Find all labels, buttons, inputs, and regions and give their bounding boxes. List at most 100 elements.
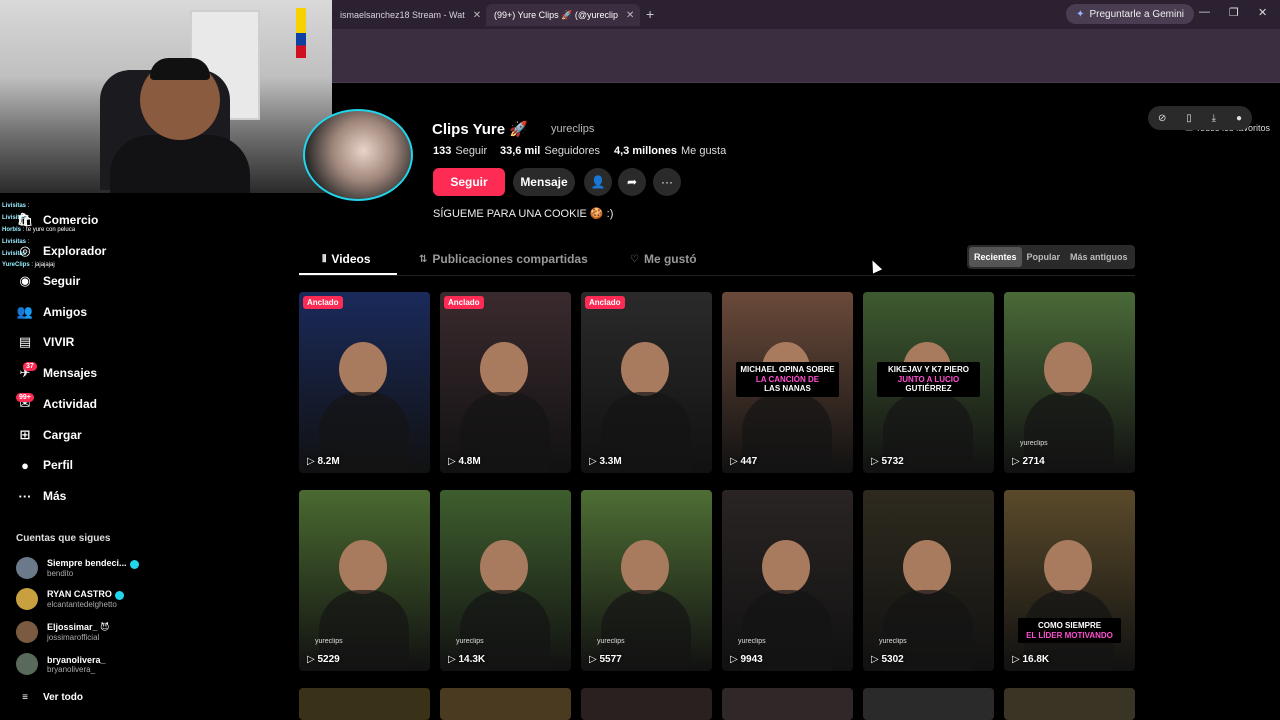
video-thumbnail[interactable] bbox=[581, 688, 712, 720]
sort-recent[interactable]: Recientes bbox=[969, 247, 1022, 267]
view-count: ▷ 4.8M bbox=[448, 456, 481, 467]
sidebar-item-following[interactable]: ◉ Seguir bbox=[16, 271, 80, 291]
watermark: yureclips bbox=[315, 638, 343, 645]
play-icon: ▷ bbox=[871, 654, 882, 665]
followed-account[interactable]: RYAN CASTRO elcantantedelghetto bbox=[16, 586, 124, 612]
play-icon: ▷ bbox=[730, 456, 741, 467]
video-thumbnail[interactable]: MICHAEL OPINA SOBRE LA CANCIÓN DE LAS NANA… bbox=[722, 292, 853, 473]
followed-account[interactable]: bryanolivera_ bryanolivera_ bbox=[16, 651, 106, 677]
thumbnail-figure bbox=[762, 540, 810, 594]
followed-account[interactable]: Siempre bendeci... bendito bbox=[16, 555, 139, 581]
view-count-value: 447 bbox=[740, 456, 758, 467]
close-window-icon[interactable]: ✕ bbox=[1258, 6, 1267, 19]
video-thumbnail[interactable] bbox=[1004, 688, 1135, 720]
pinned-badge: Anclado bbox=[444, 296, 484, 309]
sidebar-item-label: Actividad bbox=[43, 397, 98, 411]
cam-hat bbox=[150, 58, 210, 80]
play-icon: ▷ bbox=[1012, 456, 1023, 467]
profile-icon: ● bbox=[21, 457, 29, 473]
browser-tab-stream[interactable]: ismaelsanchez18 Stream - Wat ✕ bbox=[332, 4, 482, 26]
download-icon[interactable]: ⤓ bbox=[1212, 113, 1216, 124]
browser-tab-tiktok[interactable]: (99+) Yure Clips 🚀 (@yureclip ✕ bbox=[486, 4, 640, 26]
profile-avatar[interactable] bbox=[303, 109, 413, 201]
live-icon: ▤ bbox=[18, 334, 32, 349]
video-thumbnail[interactable] bbox=[863, 688, 994, 720]
play-icon: ▷ bbox=[589, 456, 600, 467]
video-thumbnail[interactable]: yureclips ▷ 14.3K bbox=[440, 490, 571, 671]
sidebar-item-explore[interactable]: ◎ Explorador bbox=[16, 241, 106, 261]
tab-videos[interactable]: ⦀ Videos bbox=[322, 252, 371, 266]
gemini-button[interactable]: ✦ Preguntarle a Gemini bbox=[1066, 4, 1194, 24]
video-thumbnail[interactable] bbox=[299, 688, 430, 720]
followed-account[interactable]: Eljossimar_ 😈 jossimarofficial bbox=[16, 619, 109, 645]
sort-selector: Recientes Popular Más antiguos bbox=[967, 245, 1135, 269]
minimize-icon[interactable]: — bbox=[1199, 6, 1210, 18]
followers-stat[interactable]: 33,6 mil Seguidores bbox=[500, 145, 600, 157]
message-button[interactable]: Mensaje bbox=[513, 168, 575, 196]
add-friend-icon[interactable]: 👤 bbox=[584, 168, 612, 196]
tab-liked[interactable]: ♡ Me gustó bbox=[630, 252, 697, 266]
view-count-value: 9943 bbox=[740, 654, 763, 665]
view-count: ▷ 16.8K bbox=[1012, 654, 1049, 665]
play-icon: ▷ bbox=[448, 654, 459, 665]
share-icon[interactable]: ➦ bbox=[618, 168, 646, 196]
compass-icon[interactable]: ⊘ bbox=[1158, 113, 1166, 124]
caption-line: JUNTO A LUCIO bbox=[897, 374, 960, 384]
view-count-value: 2714 bbox=[1022, 456, 1045, 467]
sidebar-item-live[interactable]: ▤ VIVIR bbox=[16, 332, 75, 352]
following-stat[interactable]: 133 Seguir bbox=[433, 145, 487, 157]
view-count: ▷ 3.3M bbox=[589, 456, 622, 467]
sidebar-item-upload[interactable]: ⊞ Cargar bbox=[16, 425, 82, 445]
video-thumbnail[interactable]: yureclips ▷ 9943 bbox=[722, 490, 853, 671]
video-thumbnail[interactable]: yureclips ▷ 5577 bbox=[581, 490, 712, 671]
video-thumbnail[interactable]: Anclado ▷ 4.8M bbox=[440, 292, 571, 473]
view-count-value: 5229 bbox=[317, 654, 340, 665]
thumbnail-figure bbox=[480, 342, 528, 396]
video-thumbnail[interactable] bbox=[440, 688, 571, 720]
view-count: ▷ 8.2M bbox=[307, 456, 340, 467]
more-options-icon[interactable]: ··· bbox=[653, 168, 681, 196]
follow-button[interactable]: Seguir bbox=[433, 168, 505, 196]
play-icon: ▷ bbox=[307, 456, 318, 467]
video-thumbnail[interactable]: Anclado ▷ 8.2M bbox=[299, 292, 430, 473]
video-thumbnail[interactable]: COMO SIEMPRE EL LÍDER MOTIVANDO ▷ 16.8K bbox=[1004, 490, 1135, 671]
sort-popular[interactable]: Popular bbox=[1022, 247, 1066, 267]
verified-icon bbox=[114, 590, 124, 600]
pinned-badge: Anclado bbox=[303, 296, 343, 309]
view-count: ▷ 5732 bbox=[871, 456, 904, 467]
sort-oldest[interactable]: Más antiguos bbox=[1065, 247, 1133, 267]
sidebar-item-shop[interactable]: 🛍 Comercio bbox=[16, 210, 99, 230]
close-icon[interactable]: ✕ bbox=[473, 10, 481, 21]
watermark: yureclips bbox=[597, 638, 625, 645]
sidebar-item-label: Explorador bbox=[43, 244, 107, 258]
video-thumbnail[interactable]: yureclips ▷ 2714 bbox=[1004, 292, 1135, 473]
tab-reposts[interactable]: ⇅ Publicaciones compartidas bbox=[419, 252, 588, 266]
see-all-button[interactable]: ≡ Ver todo bbox=[16, 687, 83, 707]
profile-handle: yureclips bbox=[551, 123, 595, 135]
caption-line: LAS NANAS bbox=[764, 384, 811, 394]
close-icon[interactable]: ✕ bbox=[626, 10, 634, 21]
restore-icon[interactable]: ❐ bbox=[1229, 6, 1239, 19]
video-thumbnail[interactable]: yureclips ▷ 5302 bbox=[863, 490, 994, 671]
sidebar-item-profile[interactable]: ● Perfil bbox=[16, 455, 73, 475]
sidebar-item-label: Amigos bbox=[43, 305, 88, 319]
thumbnail-figure bbox=[1044, 540, 1092, 594]
sidebar-item-friends[interactable]: 👥 Amigos bbox=[16, 302, 87, 322]
list-icon: ≡ bbox=[22, 691, 28, 703]
play-icon: ▷ bbox=[589, 654, 600, 665]
sparkle-icon: ✦ bbox=[1076, 8, 1085, 20]
caption-line: KIKEJAV Y K7 PIERO bbox=[888, 365, 969, 374]
following-icon: ◉ bbox=[19, 273, 31, 288]
grid-icon: ⦀ bbox=[322, 253, 327, 265]
video-thumbnail[interactable]: KIKEJAV Y K7 PIERO JUNTO A LUCIO GUTIÉRREZ… bbox=[863, 292, 994, 473]
avatar-icon[interactable]: ● bbox=[1236, 113, 1242, 124]
new-tab-icon[interactable]: + bbox=[646, 6, 654, 22]
caption-line: EL LÍDER MOTIVANDO bbox=[1026, 630, 1113, 640]
cam-body bbox=[110, 135, 250, 193]
video-thumbnail[interactable] bbox=[722, 688, 853, 720]
phone-icon[interactable]: ▯ bbox=[1186, 113, 1192, 124]
sidebar-item-more[interactable]: ··· Más bbox=[16, 486, 67, 506]
video-thumbnail[interactable]: Anclado ▷ 3.3M bbox=[581, 292, 712, 473]
tab-label: (99+) Yure Clips 🚀 (@yureclip bbox=[494, 9, 618, 20]
video-thumbnail[interactable]: yureclips ▷ 5229 bbox=[299, 490, 430, 671]
